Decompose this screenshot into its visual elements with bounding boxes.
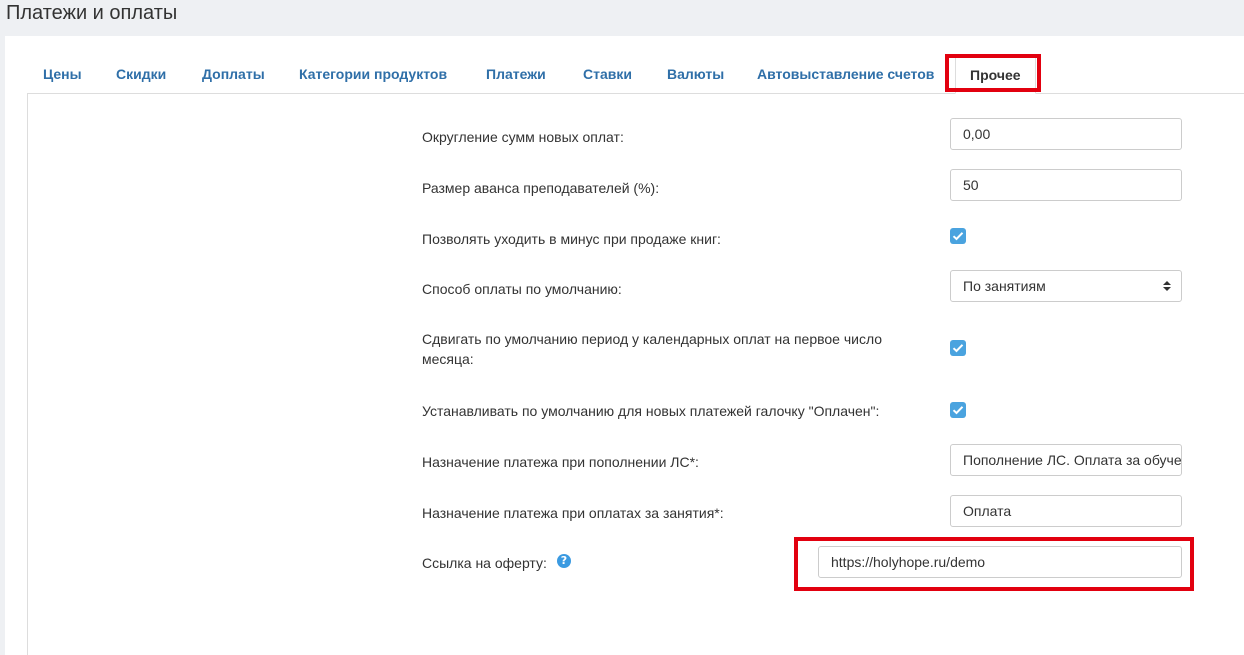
paid-default-label: Устанавливать по умолчанию для новых пла… — [422, 403, 880, 419]
settings-panel: Цены Скидки Доплаты Категории продуктов … — [5, 36, 1244, 655]
tab-product-categories[interactable]: Категории продуктов — [299, 56, 447, 93]
purpose-lessons-input[interactable]: Оплата — [950, 495, 1182, 527]
tab-auto-invoicing[interactable]: Автовыставление счетов — [757, 56, 934, 93]
check-icon — [952, 344, 964, 353]
payment-method-value: По занятиям — [963, 278, 1046, 294]
tab-prices[interactable]: Цены — [43, 56, 82, 93]
tab-content-other: Округление сумм новых оплат: 0,00 Размер… — [27, 93, 1244, 655]
tab-bar: Цены Скидки Доплаты Категории продуктов … — [27, 56, 1244, 94]
tab-other[interactable]: Прочее — [955, 56, 1036, 94]
tab-payments[interactable]: Платежи — [486, 56, 546, 93]
paid-default-checkbox[interactable] — [950, 402, 966, 418]
shift-period-label: Сдвигать по умолчанию период у календарн… — [422, 329, 922, 369]
rounding-label: Округление сумм новых оплат: — [422, 129, 624, 145]
negative-books-checkbox[interactable] — [950, 228, 966, 244]
page-title: Платежи и оплаты — [6, 2, 178, 24]
tab-rates[interactable]: Ставки — [583, 56, 632, 93]
advance-label: Размер аванса преподавателей (%): — [422, 180, 660, 196]
shift-period-label-line1: Сдвигать по умолчанию период у календарн… — [422, 331, 883, 347]
payment-method-label: Способ оплаты по умолчанию: — [422, 281, 622, 297]
tab-surcharges[interactable]: Доплаты — [202, 56, 265, 93]
purpose-topup-input[interactable]: Пополнение ЛС. Оплата за обучение — [950, 444, 1182, 476]
negative-books-label: Позволять уходить в минус при продаже кн… — [422, 231, 721, 247]
shift-period-label-line2: месяца: — [422, 351, 474, 367]
offer-link-input[interactable]: https://holyhope.ru/demo — [818, 546, 1182, 578]
tab-discounts[interactable]: Скидки — [116, 56, 166, 93]
help-icon[interactable]: ? — [557, 554, 571, 568]
advance-input[interactable]: 50 — [950, 169, 1182, 201]
purpose-topup-label: Назначение платежа при пополнении ЛС*: — [422, 454, 699, 470]
tab-currencies[interactable]: Валюты — [667, 56, 724, 93]
rounding-input[interactable]: 0,00 — [950, 118, 1182, 150]
offer-link-label: Ссылка на оферту: — [422, 555, 547, 571]
shift-period-checkbox[interactable] — [950, 340, 966, 356]
check-icon — [952, 232, 964, 241]
purpose-lessons-label: Назначение платежа при оплатах за заняти… — [422, 505, 724, 521]
select-arrows-icon — [1163, 281, 1171, 291]
check-icon — [952, 406, 964, 415]
payment-method-select[interactable]: По занятиям — [950, 270, 1182, 302]
